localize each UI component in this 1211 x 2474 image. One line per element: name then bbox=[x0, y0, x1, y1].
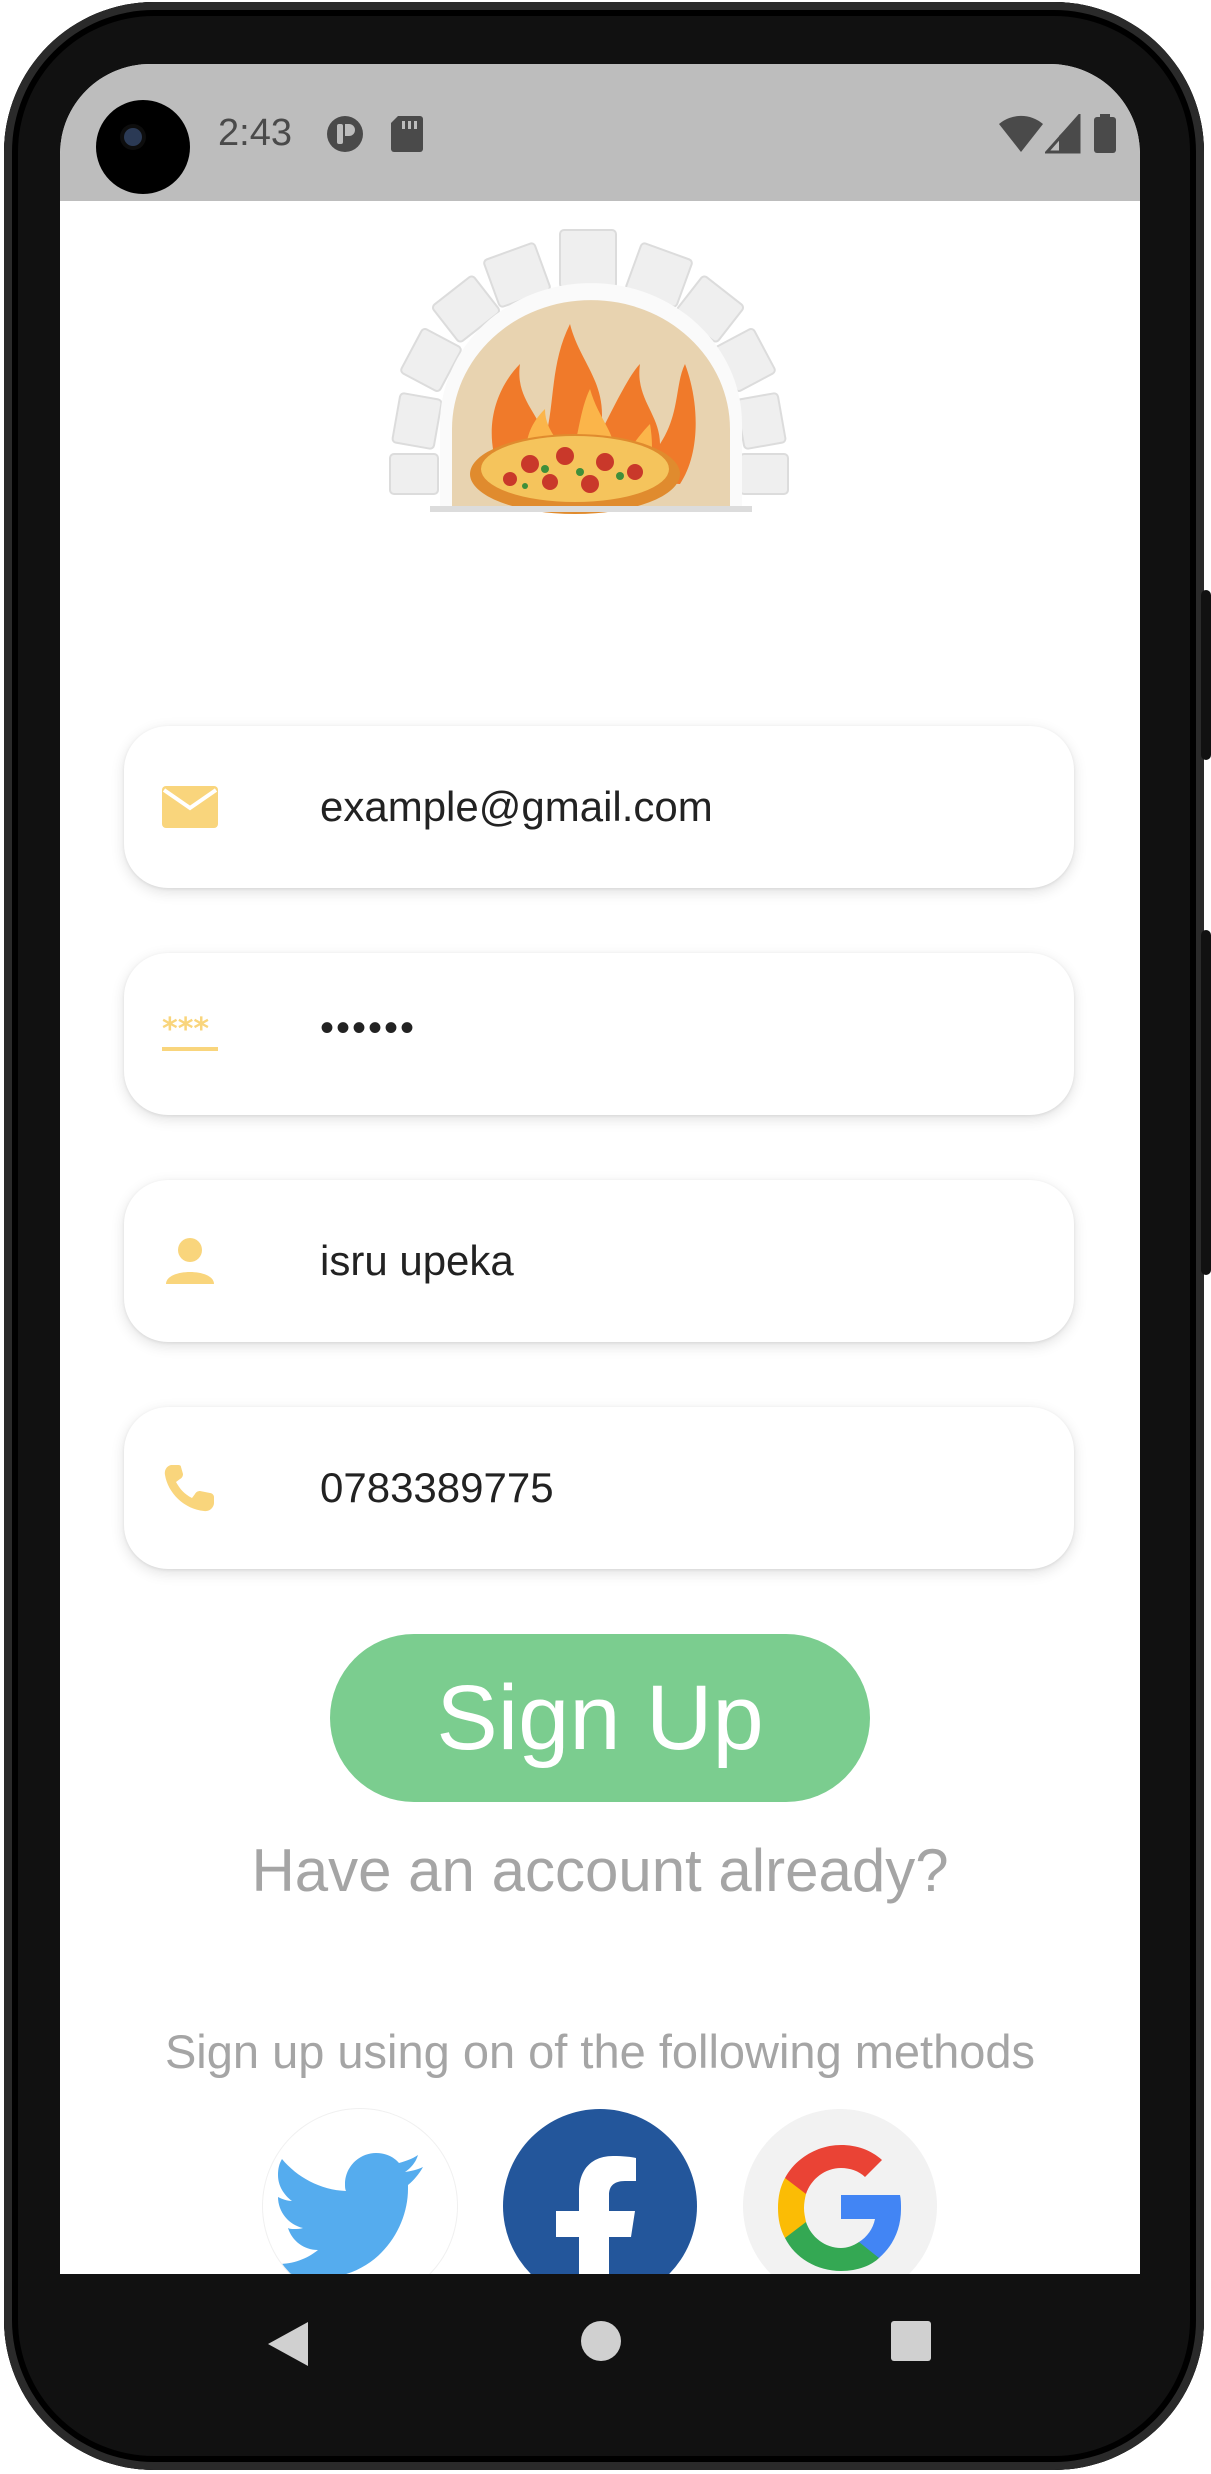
name-field[interactable]: isru upeka bbox=[124, 1180, 1074, 1342]
email-input[interactable]: example@gmail.com bbox=[320, 726, 713, 888]
power-button bbox=[1201, 590, 1211, 760]
battery-icon bbox=[1094, 114, 1116, 153]
status-time: 2:43 bbox=[218, 112, 292, 154]
phone-input[interactable]: 0783389775 bbox=[320, 1407, 554, 1569]
status-bar: 2:43 bbox=[60, 64, 1140, 201]
facebook-button[interactable] bbox=[503, 2109, 697, 2274]
pizza-oven-logo bbox=[389, 229, 789, 514]
phone-icon bbox=[164, 1465, 214, 1512]
password-icon: *** bbox=[162, 1012, 218, 1051]
facebook-icon bbox=[556, 2156, 636, 2274]
sd-card-icon bbox=[391, 116, 423, 152]
svg-text:***: *** bbox=[162, 1012, 209, 1047]
google-icon bbox=[778, 2145, 901, 2271]
password-field[interactable]: *** •••••• bbox=[124, 953, 1074, 1115]
google-button[interactable] bbox=[743, 2109, 937, 2274]
home-nav-icon[interactable] bbox=[580, 2320, 622, 2362]
app-screen: 2:43 example@gmail.com *** •••••• isru u… bbox=[60, 64, 1140, 2274]
have-account-link[interactable]: Have an account already? bbox=[60, 1836, 1140, 1905]
front-camera bbox=[96, 100, 190, 194]
notification-app-icon bbox=[327, 116, 363, 152]
password-input[interactable]: •••••• bbox=[320, 947, 416, 1109]
person-icon bbox=[166, 1238, 214, 1284]
back-nav-icon[interactable] bbox=[262, 2318, 312, 2370]
recents-nav-icon[interactable] bbox=[890, 2320, 932, 2362]
email-field[interactable]: example@gmail.com bbox=[124, 726, 1074, 888]
signup-button[interactable]: Sign Up bbox=[330, 1634, 870, 1802]
name-input[interactable]: isru upeka bbox=[320, 1180, 514, 1342]
twitter-button[interactable] bbox=[263, 2109, 457, 2274]
cell-signal-icon bbox=[1045, 114, 1081, 154]
twitter-icon bbox=[270, 2153, 423, 2274]
mail-icon bbox=[162, 786, 218, 828]
phone-field[interactable]: 0783389775 bbox=[124, 1407, 1074, 1569]
wifi-icon bbox=[999, 115, 1043, 152]
volume-button bbox=[1201, 930, 1211, 1275]
signup-methods-label: Sign up using on of the following method… bbox=[164, 2025, 1036, 2078]
